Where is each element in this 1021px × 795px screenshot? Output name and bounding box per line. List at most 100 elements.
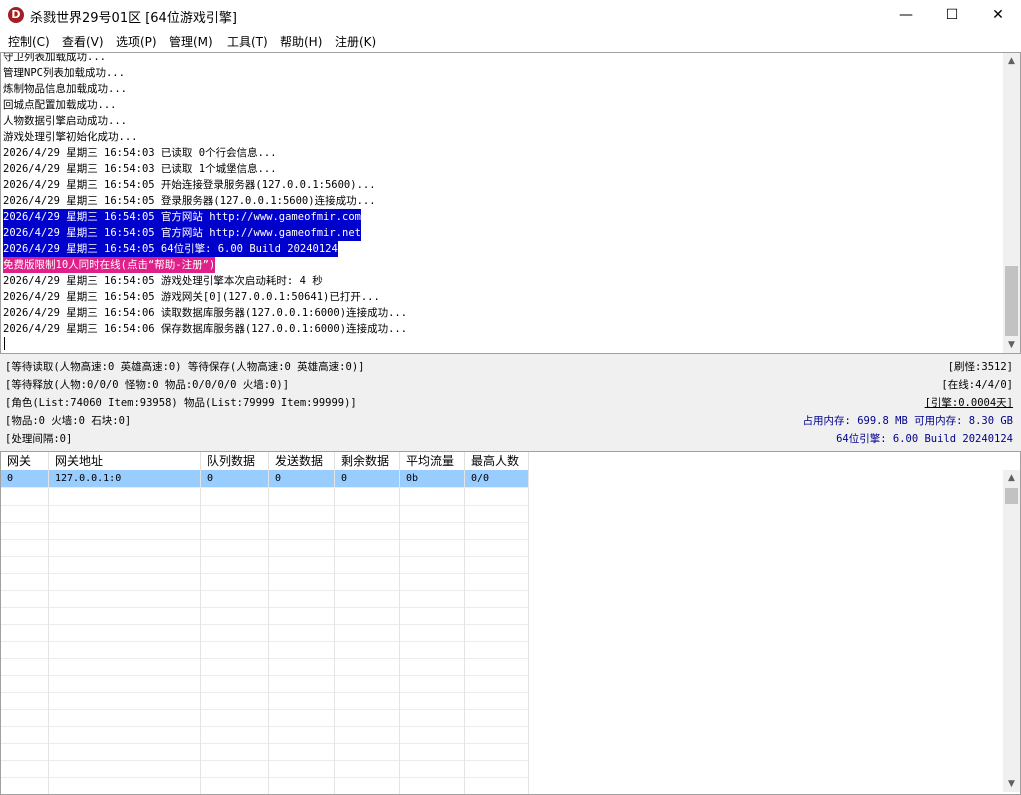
empty-cell bbox=[400, 760, 465, 777]
empty-cell bbox=[465, 760, 529, 777]
menu-manage[interactable]: 管理(M) bbox=[169, 33, 213, 50]
log-line: 2026/4/29 星期三 16:54:05 官方网站 http://www.g… bbox=[3, 225, 361, 241]
empty-cell bbox=[335, 641, 400, 658]
scroll-thumb[interactable] bbox=[1005, 488, 1018, 504]
empty-cell bbox=[400, 505, 465, 522]
empty-row bbox=[1, 709, 529, 727]
empty-cell bbox=[465, 641, 529, 658]
menu-help[interactable]: 帮助(H) bbox=[280, 33, 322, 50]
empty-cell bbox=[49, 777, 201, 794]
empty-row bbox=[1, 590, 529, 608]
empty-cell bbox=[1, 488, 49, 505]
scroll-up-icon[interactable]: ▲ bbox=[1003, 470, 1020, 486]
status-roles-items: [角色(List:74060 Item:93958) 物品(List:79999… bbox=[5, 397, 357, 409]
empty-cell bbox=[201, 556, 269, 573]
menu-control[interactable]: 控制(C) bbox=[8, 33, 50, 50]
log-output[interactable]: 守卫列表加载成功... 管理NPC列表加载成功... 炼制物品信息加载成功... 回城… bbox=[0, 52, 1021, 354]
menu-view[interactable]: 查看(V) bbox=[62, 33, 104, 50]
scroll-thumb[interactable] bbox=[1005, 266, 1018, 336]
empty-cell bbox=[269, 692, 335, 709]
empty-cell bbox=[1, 641, 49, 658]
empty-row bbox=[1, 726, 529, 744]
log-line: 人物数据引擎启动成功... bbox=[3, 115, 127, 127]
empty-cell bbox=[269, 675, 335, 692]
empty-cell bbox=[269, 709, 335, 726]
col-header-queue[interactable]: 队列数据 bbox=[201, 452, 269, 470]
empty-cell bbox=[400, 590, 465, 607]
empty-cell bbox=[269, 573, 335, 590]
empty-cell bbox=[465, 556, 529, 573]
empty-cell bbox=[1, 573, 49, 590]
empty-cell bbox=[1, 777, 49, 794]
empty-cell bbox=[1, 539, 49, 556]
log-line: 炼制物品信息加载成功... bbox=[3, 83, 127, 95]
empty-cell bbox=[400, 488, 465, 505]
empty-cell bbox=[269, 641, 335, 658]
empty-cell bbox=[335, 709, 400, 726]
status-online: [在线:4/4/0] bbox=[941, 379, 1013, 391]
table-row[interactable]: 0 127.0.0.1:0 0 0 0 0b 0/0 bbox=[1, 470, 529, 488]
col-header-gateway[interactable]: 网关 bbox=[1, 452, 49, 470]
close-button[interactable]: ✕ bbox=[975, 0, 1021, 31]
maximize-button[interactable]: ☐ bbox=[929, 0, 975, 31]
cell-avg-traffic: 0b bbox=[400, 470, 465, 487]
empty-cell bbox=[465, 726, 529, 743]
empty-cell bbox=[49, 760, 201, 777]
status-wait-release: [等待释放(人物:0/0/0 怪物:0 物品:0/0/0/0 火墙:0)] bbox=[5, 379, 290, 391]
log-line: 守卫列表加载成功... bbox=[3, 52, 106, 63]
status-engine-uptime[interactable]: [引擎:0.0004天] bbox=[925, 394, 1013, 412]
status-panel: [等待读取(人物高速:0 英雄高速:0) 等待保存(人物高速:0 英雄高速:0)… bbox=[0, 354, 1021, 450]
scroll-up-icon[interactable]: ▲ bbox=[1003, 53, 1020, 69]
empty-cell bbox=[201, 539, 269, 556]
status-interval: [处理间隔:0] bbox=[5, 433, 73, 445]
empty-cell bbox=[1, 692, 49, 709]
empty-cell bbox=[201, 641, 269, 658]
log-line: 2026/4/29 星期三 16:54:05 游戏处理引擎本次启动耗时: 4 秒 bbox=[3, 275, 323, 287]
empty-row bbox=[1, 624, 529, 642]
log-line: 2026/4/29 星期三 16:54:05 64位引擎: 6.00 Build… bbox=[3, 241, 338, 257]
scroll-down-icon[interactable]: ▼ bbox=[1003, 776, 1020, 792]
empty-cell bbox=[201, 658, 269, 675]
empty-cell bbox=[1, 760, 49, 777]
col-header-address[interactable]: 网关地址 bbox=[49, 452, 201, 470]
gateway-grid[interactable]: 网关 网关地址 队列数据 发送数据 剩余数据 平均流量 最高人数 0 127.0… bbox=[0, 451, 1021, 795]
empty-cell bbox=[1, 556, 49, 573]
empty-row bbox=[1, 607, 529, 625]
menu-tools[interactable]: 工具(T) bbox=[227, 33, 268, 50]
empty-cell bbox=[465, 675, 529, 692]
empty-cell bbox=[465, 692, 529, 709]
empty-row bbox=[1, 641, 529, 659]
empty-cell bbox=[400, 522, 465, 539]
empty-cell bbox=[400, 624, 465, 641]
log-line: 2026/4/29 星期三 16:54:06 读取数据库服务器(127.0.0.… bbox=[3, 307, 408, 319]
empty-cell bbox=[400, 539, 465, 556]
empty-cell bbox=[269, 624, 335, 641]
minimize-button[interactable]: — bbox=[883, 0, 929, 31]
col-header-max-users[interactable]: 最高人数 bbox=[465, 452, 529, 470]
empty-cell bbox=[49, 658, 201, 675]
log-line: 2026/4/29 星期三 16:54:05 登录服务器(127.0.0.1:5… bbox=[3, 195, 376, 207]
empty-cell bbox=[201, 607, 269, 624]
empty-cell bbox=[269, 760, 335, 777]
empty-cell bbox=[1, 726, 49, 743]
empty-cell bbox=[201, 777, 269, 794]
empty-cell bbox=[465, 573, 529, 590]
menu-register[interactable]: 注册(K) bbox=[335, 33, 376, 50]
empty-cell bbox=[465, 522, 529, 539]
empty-cell bbox=[201, 590, 269, 607]
log-scrollbar[interactable]: ▲ ▼ bbox=[1003, 53, 1020, 353]
empty-cell bbox=[201, 743, 269, 760]
empty-cell bbox=[269, 743, 335, 760]
scroll-down-icon[interactable]: ▼ bbox=[1003, 337, 1020, 353]
empty-cell bbox=[465, 607, 529, 624]
empty-row bbox=[1, 760, 529, 778]
empty-row bbox=[1, 692, 529, 710]
window-title: 杀戮世界29号01区 [64位游戏引擎] bbox=[30, 11, 237, 26]
col-header-avg-traffic[interactable]: 平均流量 bbox=[400, 452, 465, 470]
grid-scrollbar[interactable]: ▲ ▼ bbox=[1003, 470, 1020, 792]
empty-row bbox=[1, 573, 529, 591]
col-header-sent[interactable]: 发送数据 bbox=[269, 452, 335, 470]
col-header-remaining[interactable]: 剩余数据 bbox=[335, 452, 400, 470]
menu-options[interactable]: 选项(P) bbox=[116, 33, 157, 50]
empty-cell bbox=[335, 743, 400, 760]
